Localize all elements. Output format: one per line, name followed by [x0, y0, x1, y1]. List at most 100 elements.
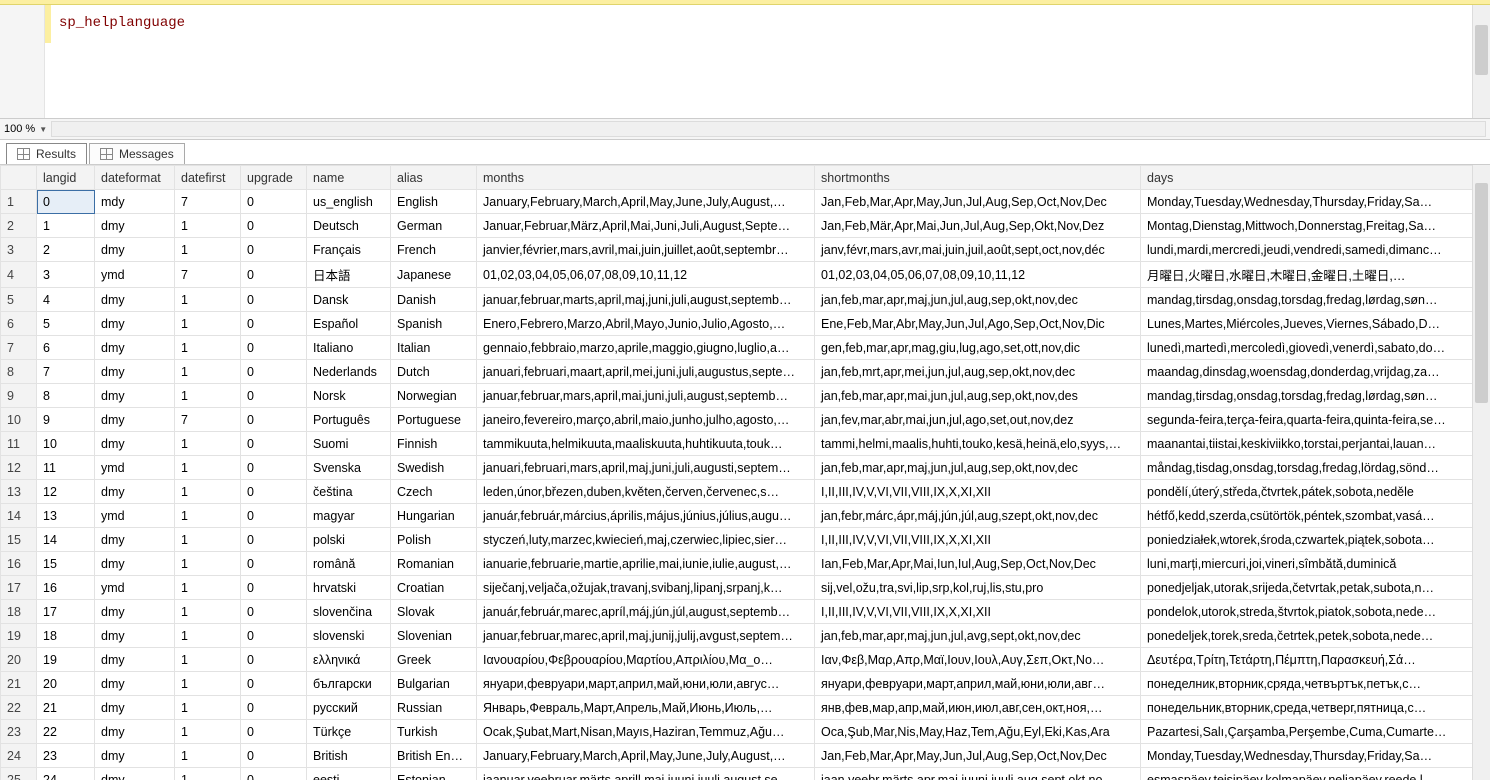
cell-name[interactable]: magyar [307, 504, 391, 528]
cell-langid[interactable]: 12 [37, 480, 95, 504]
cell-datefirst[interactable]: 1 [175, 480, 241, 504]
cell-days[interactable]: mandag,tirsdag,onsdag,torsdag,fredag,lør… [1141, 384, 1474, 408]
table-row[interactable]: 1413ymd10magyarHungarianjanuár,február,m… [1, 504, 1474, 528]
cell-dateformat[interactable]: dmy [95, 624, 175, 648]
cell-shortmonths[interactable]: gen,feb,mar,apr,mag,giu,lug,ago,set,ott,… [815, 336, 1141, 360]
cell-shortmonths[interactable]: Jan,Feb,Mar,Apr,May,Jun,Jul,Aug,Sep,Oct,… [815, 190, 1141, 214]
col-header-datefirst[interactable]: datefirst [175, 166, 241, 190]
table-row[interactable]: 1615dmy10românăRomanianianuarie,februari… [1, 552, 1474, 576]
cell-shortmonths[interactable]: jaan,veebr,märts,apr,mai,juuni,juuli,aug… [815, 768, 1141, 780]
cell-shortmonths[interactable]: tammi,helmi,maalis,huhti,touko,kesä,hein… [815, 432, 1141, 456]
cell-months[interactable]: januari,februari,mars,april,maj,juni,jul… [477, 456, 815, 480]
cell-shortmonths[interactable]: Ian,Feb,Mar,Apr,Mai,Iun,Iul,Aug,Sep,Oct,… [815, 552, 1141, 576]
cell-name[interactable]: Français [307, 238, 391, 262]
cell-alias[interactable]: Italian [391, 336, 477, 360]
cell-days[interactable]: ponedjeljak,utorak,srijeda,četvrtak,peta… [1141, 576, 1474, 600]
cell-langid[interactable]: 1 [37, 214, 95, 238]
table-row[interactable]: 1110dmy10SuomiFinnishtammikuuta,helmikuu… [1, 432, 1474, 456]
header-row[interactable]: langid dateformat datefirst upgrade name… [1, 166, 1474, 190]
col-header-name[interactable]: name [307, 166, 391, 190]
cell-months[interactable]: janvier,février,mars,avril,mai,juin,juil… [477, 238, 815, 262]
zoom-level[interactable]: 100 % [4, 123, 35, 135]
cell-dateformat[interactable]: dmy [95, 696, 175, 720]
cell-dateformat[interactable]: mdy [95, 190, 175, 214]
cell-shortmonths[interactable]: jan,feb,mar,apr,maj,jun,jul,avg,sept,okt… [815, 624, 1141, 648]
cell-datefirst[interactable]: 1 [175, 360, 241, 384]
cell-alias[interactable]: Swedish [391, 456, 477, 480]
cell-dateformat[interactable]: dmy [95, 336, 175, 360]
cell-months[interactable]: styczeń,luty,marzec,kwiecień,maj,czerwie… [477, 528, 815, 552]
col-header-upgrade[interactable]: upgrade [241, 166, 307, 190]
cell-months[interactable]: leden,únor,březen,duben,květen,červen,če… [477, 480, 815, 504]
cell-rownum[interactable]: 4 [1, 262, 37, 288]
col-header-langid[interactable]: langid [37, 166, 95, 190]
table-row[interactable]: 43ymd70日本語Japanese01,02,03,04,05,06,07,0… [1, 262, 1474, 288]
cell-dateformat[interactable]: dmy [95, 312, 175, 336]
cell-rownum[interactable]: 15 [1, 528, 37, 552]
editor-vertical-scrollbar[interactable] [1472, 5, 1490, 118]
col-header-months[interactable]: months [477, 166, 815, 190]
cell-shortmonths[interactable]: jan,feb,mar,apr,mai,jun,jul,aug,sep,okt,… [815, 384, 1141, 408]
cell-days[interactable]: понеделник,вторник,сряда,четвъртък,петък… [1141, 672, 1474, 696]
table-row[interactable]: 54dmy10DanskDanishjanuar,februar,marts,a… [1, 288, 1474, 312]
table-row[interactable]: 1817dmy10slovenčinaSlovakjanuár,február,… [1, 600, 1474, 624]
results-scrollbar-thumb[interactable] [1475, 183, 1488, 403]
cell-shortmonths[interactable]: Jan,Feb,Mar,Apr,May,Jun,Jul,Aug,Sep,Oct,… [815, 744, 1141, 768]
cell-alias[interactable]: German [391, 214, 477, 238]
table-row[interactable]: 1918dmy10slovenskiSlovenianjanuar,februa… [1, 624, 1474, 648]
cell-months[interactable]: January,February,March,April,May,June,Ju… [477, 744, 815, 768]
cell-name[interactable]: Nederlands [307, 360, 391, 384]
cell-name[interactable]: Norsk [307, 384, 391, 408]
cell-months[interactable]: ianuarie,februarie,martie,aprilie,mai,iu… [477, 552, 815, 576]
cell-days[interactable]: mandag,tirsdag,onsdag,torsdag,fredag,lør… [1141, 288, 1474, 312]
table-row[interactable]: 1716ymd10hrvatskiCroatiansiječanj,veljač… [1, 576, 1474, 600]
table-row[interactable]: 87dmy10NederlandsDutchjanuari,februari,m… [1, 360, 1474, 384]
cell-rownum[interactable]: 17 [1, 576, 37, 600]
cell-name[interactable]: Português [307, 408, 391, 432]
cell-langid[interactable]: 19 [37, 648, 95, 672]
cell-upgrade[interactable]: 0 [241, 624, 307, 648]
table-row[interactable]: 65dmy10EspañolSpanishEnero,Febrero,Marzo… [1, 312, 1474, 336]
cell-upgrade[interactable]: 0 [241, 576, 307, 600]
cell-alias[interactable]: Polish [391, 528, 477, 552]
cell-rownum[interactable]: 25 [1, 768, 37, 780]
cell-dateformat[interactable]: dmy [95, 552, 175, 576]
cell-rownum[interactable]: 10 [1, 408, 37, 432]
cell-months[interactable]: januar,februar,marts,april,maj,juni,juli… [477, 288, 815, 312]
cell-name[interactable]: Suomi [307, 432, 391, 456]
cell-days[interactable]: måndag,tisdag,onsdag,torsdag,fredag,lörd… [1141, 456, 1474, 480]
table-row[interactable]: 76dmy10ItalianoItaliangennaio,febbraio,m… [1, 336, 1474, 360]
cell-rownum[interactable]: 24 [1, 744, 37, 768]
cell-name[interactable]: hrvatski [307, 576, 391, 600]
cell-rownum[interactable]: 2 [1, 214, 37, 238]
cell-name[interactable]: română [307, 552, 391, 576]
col-header-rownum[interactable] [1, 166, 37, 190]
cell-datefirst[interactable]: 1 [175, 384, 241, 408]
cell-dateformat[interactable]: dmy [95, 360, 175, 384]
cell-alias[interactable]: Bulgarian [391, 672, 477, 696]
cell-datefirst[interactable]: 1 [175, 648, 241, 672]
table-row[interactable]: 10mdy70us_englishEnglishJanuary,February… [1, 190, 1474, 214]
cell-months[interactable]: januar,februar,marec,april,maj,junij,jul… [477, 624, 815, 648]
cell-rownum[interactable]: 3 [1, 238, 37, 262]
cell-langid[interactable]: 8 [37, 384, 95, 408]
cell-shortmonths[interactable]: 01,02,03,04,05,06,07,08,09,10,11,12 [815, 262, 1141, 288]
cell-datefirst[interactable]: 1 [175, 600, 241, 624]
cell-shortmonths[interactable]: янв,фев,мар,апр,май,июн,июл,авг,сен,окт,… [815, 696, 1141, 720]
cell-langid[interactable]: 3 [37, 262, 95, 288]
cell-dateformat[interactable]: dmy [95, 288, 175, 312]
cell-upgrade[interactable]: 0 [241, 696, 307, 720]
results-grid-scroll[interactable]: langid dateformat datefirst upgrade name… [0, 165, 1473, 780]
cell-dateformat[interactable]: dmy [95, 214, 175, 238]
cell-days[interactable]: hétfő,kedd,szerda,csütörtök,péntek,szomb… [1141, 504, 1474, 528]
cell-shortmonths[interactable]: janv,févr,mars,avr,mai,juin,juil,août,se… [815, 238, 1141, 262]
cell-datefirst[interactable]: 1 [175, 288, 241, 312]
cell-alias[interactable]: Czech [391, 480, 477, 504]
editor-horizontal-scrollbar[interactable] [51, 121, 1486, 137]
cell-datefirst[interactable]: 1 [175, 552, 241, 576]
cell-alias[interactable]: Estonian [391, 768, 477, 780]
cell-rownum[interactable]: 12 [1, 456, 37, 480]
cell-months[interactable]: január,február,március,április,május,jún… [477, 504, 815, 528]
cell-alias[interactable]: Dutch [391, 360, 477, 384]
cell-upgrade[interactable]: 0 [241, 262, 307, 288]
